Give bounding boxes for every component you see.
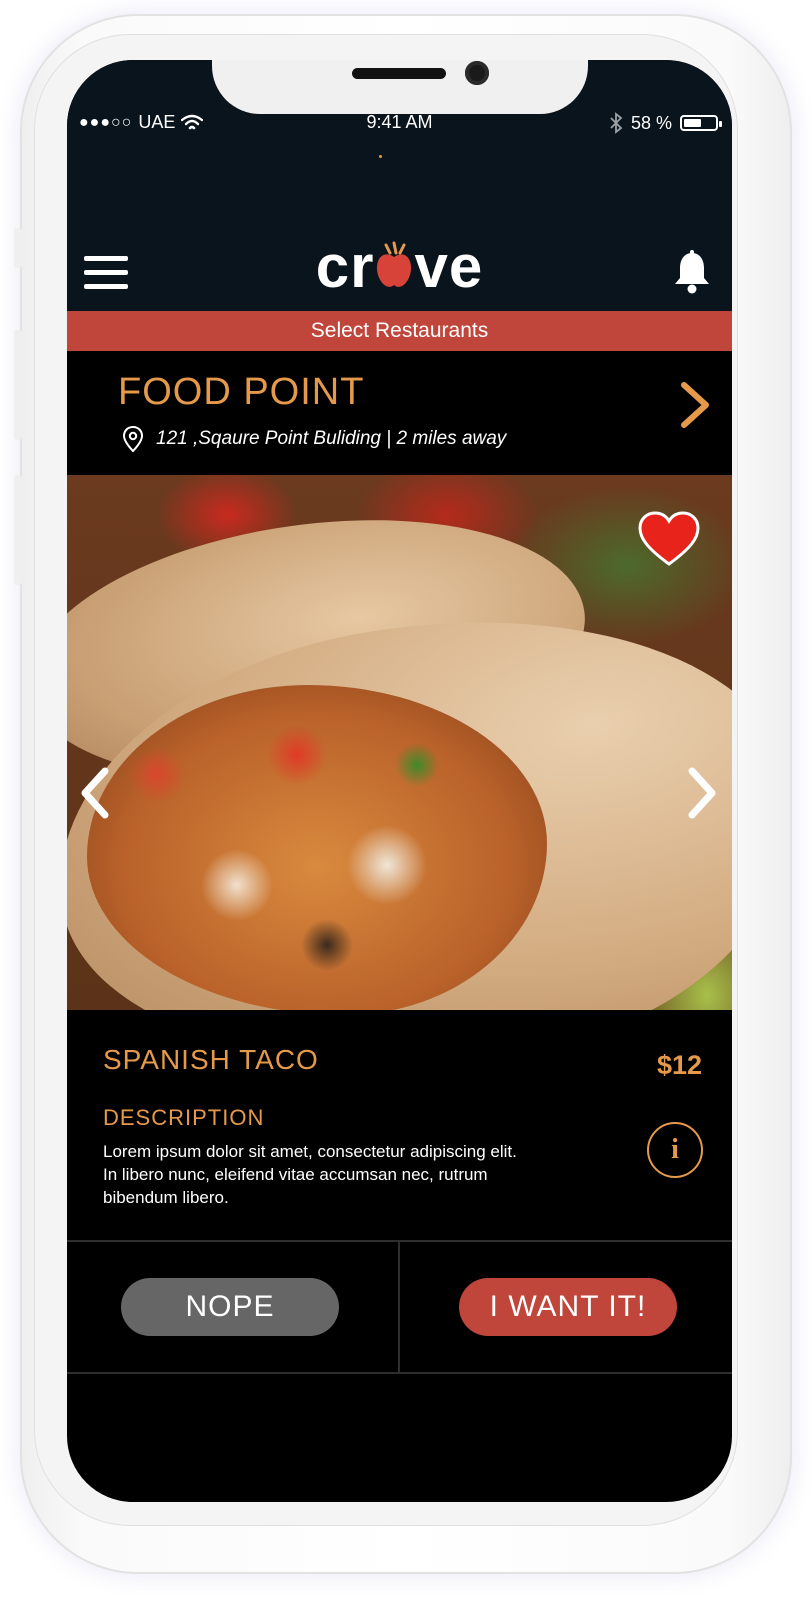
dish-photo[interactable] xyxy=(67,475,732,1010)
description-heading: DESCRIPTION xyxy=(103,1105,265,1130)
divider xyxy=(398,1242,400,1372)
phone-side-button xyxy=(14,475,22,585)
logo-text-left: cr xyxy=(315,233,375,300)
restaurant-address: 121 ,Sqaure Point Buliding | 2 miles awa… xyxy=(156,428,507,449)
logo-text-right: ve xyxy=(414,233,484,300)
app-screen: ●●●○○ UAE 9:41 AM 58 % cr ve Select Rest… xyxy=(67,60,732,1502)
battery-level xyxy=(684,119,701,127)
battery-percent: 58 % xyxy=(630,112,672,133)
notch xyxy=(212,60,588,114)
restaurant-address-row: 121 ,Sqaure Point Buliding | 2 miles awa… xyxy=(122,425,506,453)
select-restaurants-banner[interactable]: Select Restaurants xyxy=(67,311,732,351)
apple-logo-icon xyxy=(377,241,412,287)
phone-side-button xyxy=(14,330,22,440)
dish-name: SPANISH TACO xyxy=(103,1044,319,1075)
divider xyxy=(67,1372,732,1374)
speaker xyxy=(352,68,446,79)
indicator-dot xyxy=(379,155,382,158)
bell-icon[interactable] xyxy=(672,250,712,294)
dish-details: SPANISH TACO $12 DESCRIPTION Lorem ipsum… xyxy=(67,1010,732,1240)
chevron-right-icon[interactable] xyxy=(686,765,720,821)
restaurant-header[interactable]: FOOD POINT 121 ,Sqaure Point Buliding | … xyxy=(67,351,732,475)
chevron-left-icon[interactable] xyxy=(77,765,111,821)
nope-button[interactable]: NOPE xyxy=(121,1278,339,1336)
description-text: Lorem ipsum dolor sit amet, consectetur … xyxy=(103,1142,517,1207)
burrito-filling xyxy=(87,685,547,1010)
info-icon[interactable]: i xyxy=(647,1122,703,1178)
map-pin-icon xyxy=(122,425,144,453)
restaurant-name: FOOD POINT xyxy=(118,371,365,413)
phone-side-button xyxy=(14,228,22,268)
status-right: 58 % xyxy=(609,112,722,134)
bluetooth-icon xyxy=(610,112,623,134)
battery-icon xyxy=(680,115,722,131)
crave-logo: cr ve xyxy=(67,232,732,301)
dish-price: $12 xyxy=(656,1050,702,1080)
chevron-right-icon[interactable] xyxy=(676,381,712,429)
front-camera xyxy=(465,61,489,85)
i-want-it-button[interactable]: I WANT IT! xyxy=(459,1278,677,1336)
heart-icon[interactable] xyxy=(637,510,701,568)
